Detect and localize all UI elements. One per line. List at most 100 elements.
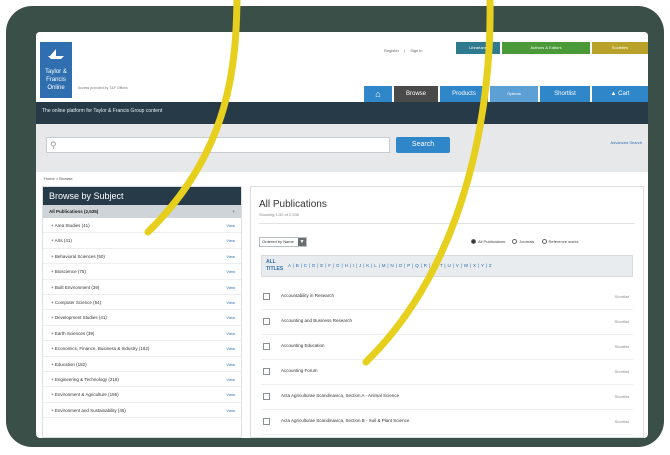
alphabet-filter: ALL TITLES A | B | C | D | E | F | G | H… bbox=[261, 255, 633, 277]
sidebar-item-label: Computer Science (54) bbox=[54, 299, 102, 305]
logo-text: Taylor & Francis Online bbox=[45, 69, 67, 91]
account-links: Register | Sign in bbox=[384, 48, 423, 53]
publication-title[interactable]: Acta Agriculturae Scandinavica, Section … bbox=[281, 393, 399, 398]
radio-journals[interactable]: Journals bbox=[512, 239, 534, 244]
expand-icon[interactable]: + bbox=[232, 205, 235, 218]
publication-title[interactable]: Accountability in Research bbox=[281, 293, 334, 298]
sidebar-item-label: Development Studies (41) bbox=[54, 315, 107, 321]
publication-row[interactable]: Accounting Education Shortlist bbox=[261, 335, 633, 360]
sidebar-item[interactable]: + Area Studies (41) View bbox=[43, 218, 241, 234]
search-input[interactable]: ⚲ bbox=[46, 137, 390, 153]
register-link[interactable]: Register bbox=[384, 48, 399, 53]
sidebar-item[interactable]: + Bioscience (75) View bbox=[43, 264, 241, 280]
publication-title[interactable]: Accounting and Business Research bbox=[281, 318, 352, 323]
search-button[interactable]: Search bbox=[396, 137, 450, 153]
publication-row[interactable]: Acta Agriculturae Scandinavica, Section … bbox=[261, 385, 633, 410]
publication-title[interactable]: Accounting Education bbox=[281, 343, 325, 348]
authors-editors-button[interactable]: Authors & Editors bbox=[502, 42, 590, 54]
sidebar-item[interactable]: + Behavioral Sciences (50) View bbox=[43, 249, 241, 265]
view-link[interactable]: View bbox=[226, 326, 235, 341]
sidebar-item[interactable]: + Built Environment (39) View bbox=[43, 280, 241, 295]
sort-select[interactable]: Ordered by Name ▼ bbox=[259, 237, 307, 247]
sidebar-item-label: Economics, Finance, Business & Industry … bbox=[54, 346, 150, 352]
publication-row[interactable]: Accountability in Research Shortlist bbox=[261, 285, 633, 310]
shortlist-link[interactable]: Shortlist bbox=[615, 294, 629, 299]
results-count: Showing 1-50 of 2,535 bbox=[259, 212, 300, 217]
sidebar-item-label: Environment & Agriculture (186) bbox=[54, 392, 119, 398]
ship-icon bbox=[48, 49, 64, 59]
view-link[interactable]: View bbox=[226, 233, 235, 248]
sidebar-item-label: Environment and Sustainability (45) bbox=[54, 407, 126, 413]
subject-sidebar: Browse by Subject All Publications (2,53… bbox=[42, 186, 242, 438]
publications-panel: All Publications Showing 1-50 of 2,535 O… bbox=[250, 186, 644, 438]
device-frame: Taylor & Francis Online Access provided … bbox=[6, 6, 664, 447]
tab-products[interactable]: Products bbox=[440, 86, 488, 102]
platform-banner: The online platform for Taylor & Francis… bbox=[36, 102, 648, 124]
tab-shortlist[interactable]: Shortlist bbox=[540, 86, 590, 102]
shortlist-link[interactable]: Shortlist bbox=[615, 369, 629, 374]
sidebar-item-label: Area Studies (41) bbox=[54, 223, 90, 228]
sidebar-item[interactable]: + Computer Science (54) View bbox=[43, 295, 241, 311]
advanced-search-link[interactable]: Advanced Search bbox=[610, 140, 642, 145]
publication-icon bbox=[263, 318, 270, 325]
site-header: Taylor & Francis Online Access provided … bbox=[36, 32, 648, 102]
publication-title[interactable]: Accounting Forum bbox=[281, 368, 318, 373]
publication-icon bbox=[263, 368, 270, 375]
sidebar-item[interactable]: + Engineering & Technology (218) View bbox=[43, 372, 241, 388]
radio-reference-works[interactable]: Reference works bbox=[541, 239, 579, 244]
view-link[interactable]: View bbox=[226, 295, 235, 310]
sidebar-item[interactable]: + Economics, Finance, Business & Industr… bbox=[43, 341, 241, 357]
breadcrumb[interactable]: Home > Browse bbox=[44, 176, 73, 181]
sort-value: Ordered by Name bbox=[262, 239, 294, 244]
view-link[interactable]: View bbox=[226, 357, 235, 372]
shortlist-link[interactable]: Shortlist bbox=[615, 394, 629, 399]
radio-all-publications[interactable]: All Publications bbox=[471, 239, 505, 244]
sidebar-item[interactable]: + Development Studies (41) View bbox=[43, 310, 241, 326]
publication-row[interactable]: Accounting Forum Shortlist bbox=[261, 360, 633, 385]
publication-type-filter: All Publications Journals Reference work… bbox=[471, 239, 585, 244]
site-logo[interactable]: Taylor & Francis Online bbox=[40, 42, 72, 98]
sidebar-item-label: Engineering & Technology (218) bbox=[54, 376, 119, 382]
tab-options[interactable]: Options bbox=[490, 86, 538, 102]
search-band: ⚲ Search Advanced Search bbox=[36, 124, 648, 172]
librarians-button[interactable]: Librarians bbox=[456, 42, 500, 54]
tab-browse[interactable]: Browse bbox=[394, 86, 438, 102]
publication-icon bbox=[263, 293, 270, 300]
cart-label: Cart bbox=[618, 91, 630, 97]
sign-in-link[interactable]: Sign in bbox=[410, 48, 422, 53]
view-link[interactable]: View bbox=[226, 310, 235, 325]
publication-row[interactable]: Accounting and Business Research Shortlis… bbox=[261, 310, 633, 335]
sidebar-item-label: All Publications (2,535) bbox=[49, 209, 99, 214]
access-tagline: Access provided by T&F Offices bbox=[78, 86, 128, 90]
view-link[interactable]: View bbox=[226, 403, 235, 418]
publication-title[interactable]: Acta Agriculturae Scandinavica, Section … bbox=[281, 418, 409, 423]
sidebar-item[interactable]: + Environment & Agriculture (186) View bbox=[43, 387, 241, 403]
view-link[interactable]: View bbox=[226, 372, 235, 387]
societies-button[interactable]: Societies bbox=[592, 42, 648, 54]
sidebar-item[interactable]: + Earth Sciences (39) View bbox=[43, 326, 241, 342]
all-titles-link[interactable]: ALL TITLES bbox=[266, 259, 283, 273]
home-icon: ⌂ bbox=[375, 89, 381, 99]
view-link[interactable]: View bbox=[226, 341, 235, 356]
tab-cart[interactable]: ▲ Cart bbox=[592, 86, 648, 102]
view-link[interactable]: View bbox=[226, 264, 235, 279]
sidebar-item-label: Education (182) bbox=[54, 361, 87, 367]
view-link[interactable]: View bbox=[226, 387, 235, 402]
publication-row[interactable]: Acta Agriculturae Scandinavica, Section … bbox=[261, 410, 633, 435]
search-icon: ⚲ bbox=[50, 140, 57, 150]
letter-links[interactable]: A | B | C | D | E | F | G | H | I | J | … bbox=[288, 263, 492, 268]
sidebar-item-label: Earth Sciences (39) bbox=[54, 330, 95, 336]
view-link[interactable]: View bbox=[226, 218, 235, 233]
home-tab[interactable]: ⌂ bbox=[364, 86, 392, 102]
shortlist-link[interactable]: Shortlist bbox=[615, 419, 629, 424]
view-link[interactable]: View bbox=[226, 249, 235, 264]
view-link[interactable]: View bbox=[226, 280, 235, 295]
publication-icon bbox=[263, 393, 270, 400]
sidebar-item-all[interactable]: All Publications (2,535) + bbox=[43, 205, 241, 218]
sidebar-item[interactable]: + Arts (41) View bbox=[43, 233, 241, 249]
cart-icon: ▲ bbox=[610, 91, 617, 97]
shortlist-link[interactable]: Shortlist bbox=[615, 319, 629, 324]
shortlist-link[interactable]: Shortlist bbox=[615, 344, 629, 349]
sidebar-item[interactable]: + Environment and Sustainability (45) Vie… bbox=[43, 403, 241, 419]
sidebar-item[interactable]: + Education (182) View bbox=[43, 357, 241, 372]
